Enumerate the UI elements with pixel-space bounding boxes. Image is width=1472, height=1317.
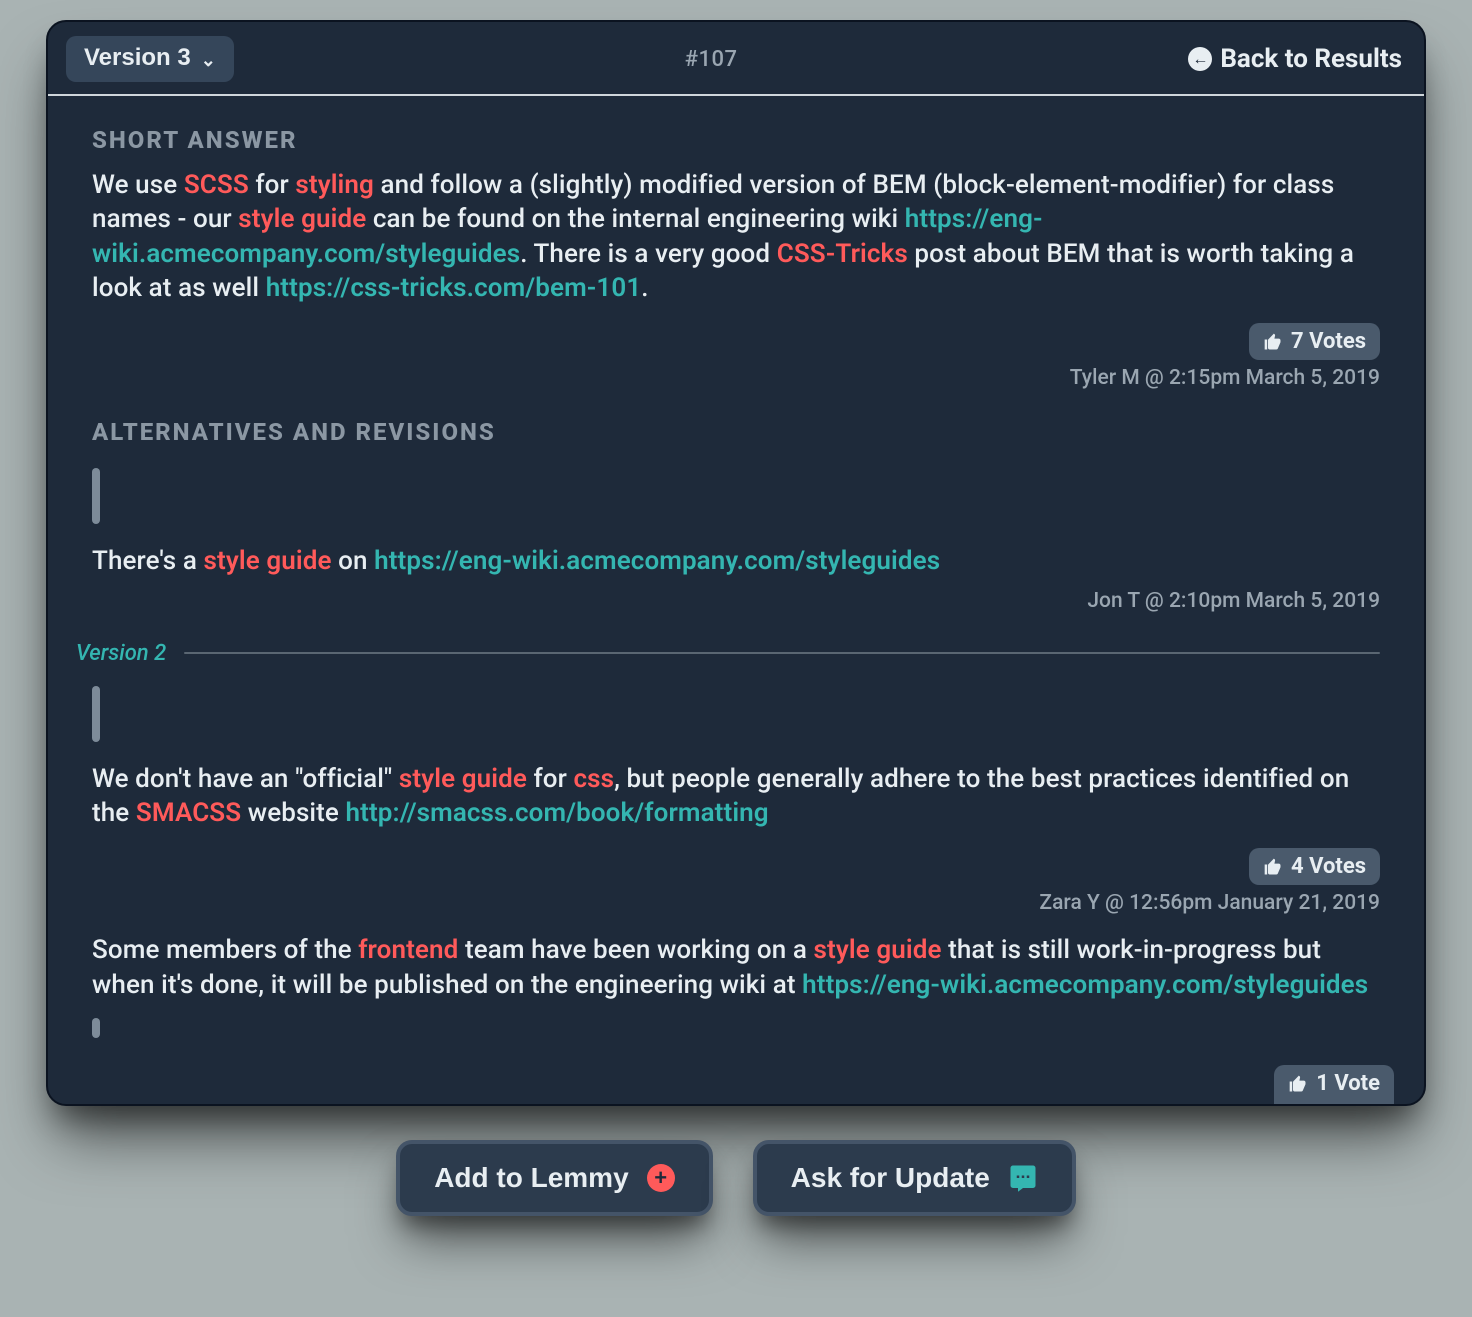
link-text[interactable]: https://eng-wiki.acmecompany.com/stylegu… <box>802 970 1368 1000</box>
highlight-term: style guide <box>814 935 942 965</box>
thumbs-up-icon <box>1263 332 1283 352</box>
alternatives-title: ALTERNATIVES AND REVISIONS <box>92 418 1380 446</box>
version-divider: Version 2 <box>76 641 1380 666</box>
thumbs-up-icon <box>1263 857 1283 877</box>
text-run: for <box>249 170 296 200</box>
revision-notch <box>92 1018 100 1038</box>
text-run: website <box>241 798 345 828</box>
version-dropdown[interactable]: Version 3 ⌄ <box>66 36 234 82</box>
highlight-term: SCSS <box>184 170 249 200</box>
add-to-lemmy-button[interactable]: Add to Lemmy + <box>396 1140 712 1216</box>
version-divider-label: Version 2 <box>76 641 166 666</box>
back-label: Back to Results <box>1220 44 1402 74</box>
plus-circle-icon: + <box>647 1164 675 1192</box>
vote-button[interactable]: 7 Votes <box>1249 323 1380 360</box>
highlight-term: SMACSS <box>136 798 241 828</box>
revision-text: We don't have an "official" style guide … <box>92 762 1380 831</box>
vote-button[interactable]: 4 Votes <box>1249 848 1380 885</box>
chat-icon <box>1008 1163 1038 1193</box>
add-label: Add to Lemmy <box>434 1162 628 1194</box>
revision-block: Some members of the frontend team have b… <box>92 933 1380 1038</box>
text-run: . There is a very good <box>520 239 777 269</box>
revision-meta: Zara Y @ 12:56pm January 21, 2019 <box>1039 891 1380 915</box>
highlight-term: frontend <box>358 935 458 965</box>
ask-for-update-button[interactable]: Ask for Update <box>753 1140 1076 1216</box>
highlight-term: styling <box>295 170 374 200</box>
link-text[interactable]: https://css-tricks.com/bem-101 <box>266 273 642 303</box>
vote-count: 4 Votes <box>1291 854 1366 879</box>
item-id: #107 <box>685 47 738 72</box>
card-header: Version 3 ⌄ #107 ← Back to Results <box>48 22 1424 96</box>
text-run: We use <box>92 170 184 200</box>
text-run: on <box>332 546 375 576</box>
divider-line <box>184 652 1380 654</box>
short-answer-title: SHORT ANSWER <box>92 126 1380 154</box>
highlight-term: css <box>573 764 614 794</box>
revision-text: There's a style guide on https://eng-wik… <box>92 544 1380 578</box>
text-run: We don't have an "official" <box>92 764 399 794</box>
arrow-left-icon: ← <box>1188 47 1212 71</box>
revision-text: Some members of the frontend team have b… <box>92 933 1380 1002</box>
card-body: SHORT ANSWER We use SCSS for styling and… <box>48 96 1424 1106</box>
update-label: Ask for Update <box>791 1162 990 1194</box>
version-label: Version 3 <box>84 44 191 72</box>
text-run: for <box>527 764 574 794</box>
vote-count: 7 Votes <box>1291 329 1366 354</box>
text-run: Some members of the <box>92 935 358 965</box>
vote-button-partial[interactable]: 1 Vote <box>1274 1065 1394 1106</box>
text-run: team have been working on a <box>458 935 813 965</box>
revision-block: There's a style guide on https://eng-wik… <box>92 468 1380 612</box>
highlight-term: CSS-Tricks <box>777 239 908 269</box>
thumbs-up-icon <box>1288 1074 1308 1094</box>
answer-card: Version 3 ⌄ #107 ← Back to Results SHORT… <box>46 20 1426 1106</box>
vote-count: 1 Vote <box>1316 1071 1380 1096</box>
back-to-results-button[interactable]: ← Back to Results <box>1188 44 1402 74</box>
text-run: There's a <box>92 546 204 576</box>
chevron-down-icon: ⌄ <box>201 51 216 69</box>
revision-notch <box>92 686 100 742</box>
short-answer-meta: Tyler M @ 2:15pm March 5, 2019 <box>1070 366 1380 390</box>
short-answer-text: We use SCSS for styling and follow a (sl… <box>92 168 1380 305</box>
highlight-term: style guide <box>204 546 332 576</box>
link-text[interactable]: https://eng-wiki.acmecompany.com/stylegu… <box>374 546 940 576</box>
text-run: can be found on the internal engineering… <box>366 204 904 234</box>
action-bar: Add to Lemmy + Ask for Update <box>40 1140 1432 1216</box>
text-run: . <box>641 273 648 303</box>
revision-notch <box>92 468 100 524</box>
highlight-term: style guide <box>238 204 366 234</box>
highlight-term: style guide <box>399 764 527 794</box>
link-text[interactable]: http://smacss.com/book/formatting <box>346 798 769 828</box>
revision-meta: Jon T @ 2:10pm March 5, 2019 <box>1087 589 1380 613</box>
revision-block: We don't have an "official" style guide … <box>92 686 1380 916</box>
